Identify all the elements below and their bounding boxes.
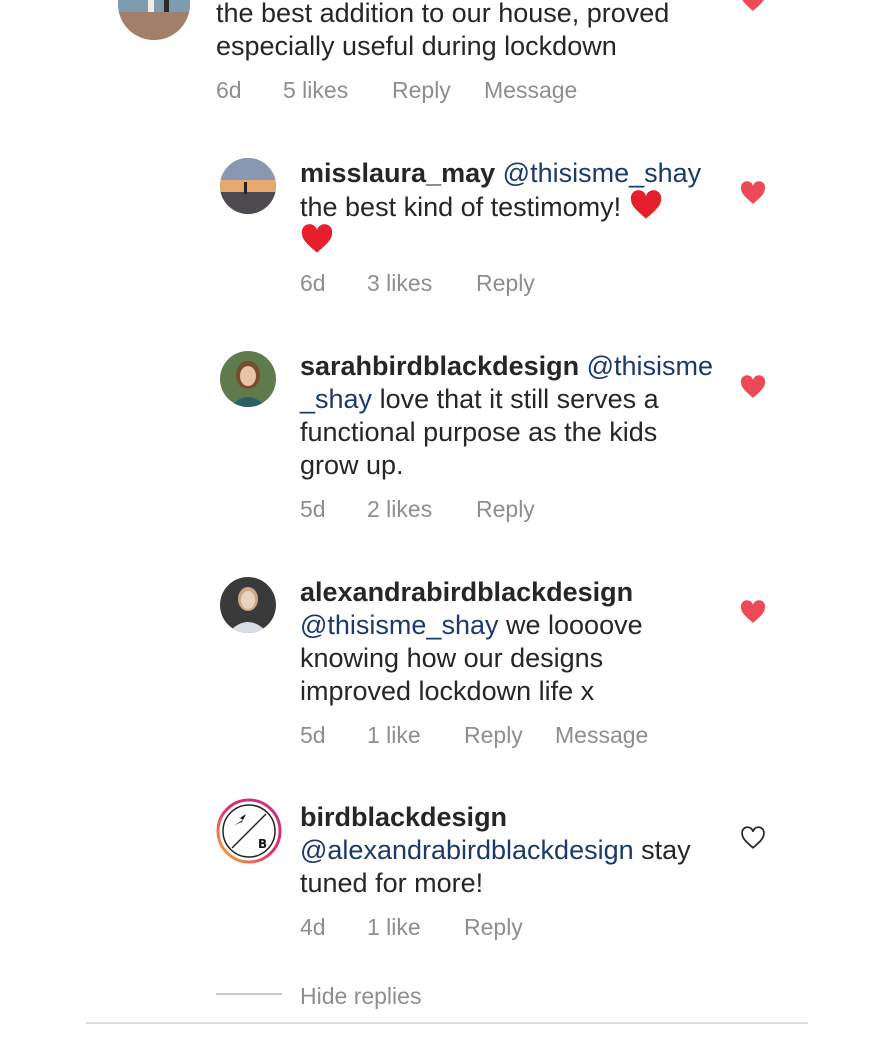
- mention-link[interactable]: @thisisme_shay: [503, 158, 701, 188]
- reply-body: grow up.: [300, 450, 404, 480]
- likes-count-link[interactable]: 2 likes: [367, 496, 432, 523]
- like-heart-icon[interactable]: [740, 0, 766, 12]
- mention-link[interactable]: @thisisme: [587, 351, 713, 381]
- red-heart-emoji-icon: [630, 190, 661, 219]
- comment-time: 5d: [300, 496, 326, 522]
- message-button[interactable]: Message: [484, 77, 577, 104]
- reply-button[interactable]: Reply: [392, 77, 451, 104]
- comment-time: 5d: [300, 722, 326, 748]
- avatar[interactable]: [220, 351, 276, 407]
- comment-text: misslaura_may @thisisme_shay the best ki…: [300, 157, 730, 258]
- like-heart-icon[interactable]: [740, 600, 766, 624]
- avatar[interactable]: [118, 0, 190, 40]
- hide-replies-button[interactable]: Hide replies: [300, 983, 421, 1010]
- reply-button[interactable]: Reply: [464, 722, 523, 749]
- hide-replies-line: [216, 993, 282, 995]
- mention-link[interactable]: @alexandrabirdblackdesign: [300, 835, 634, 865]
- likes-count-link[interactable]: 5 likes: [283, 77, 348, 104]
- avatar[interactable]: [220, 158, 276, 214]
- reply-button[interactable]: Reply: [476, 270, 535, 297]
- likes-count-link[interactable]: 3 likes: [367, 270, 432, 297]
- reply-button[interactable]: Reply: [476, 496, 535, 523]
- username-link[interactable]: misslaura_may: [300, 158, 495, 188]
- reply-body: improved lockdown life x: [300, 676, 595, 706]
- brand-avatar[interactable]: B: [216, 798, 282, 864]
- comment-text: birdblackdesign @alexandrabirdblackdesig…: [300, 801, 730, 900]
- comment-text: sarahbirdblackdesign @thisisme _shay lov…: [300, 350, 730, 482]
- comment-time: 4d: [300, 914, 326, 940]
- reply-body: we loooove: [506, 610, 643, 640]
- comment-time: 6d: [216, 77, 242, 103]
- avatar-letter: B: [258, 837, 267, 851]
- likes-count-link[interactable]: 1 like: [367, 722, 421, 749]
- message-button[interactable]: Message: [555, 722, 648, 749]
- reply-body: love that it still serves a: [379, 384, 659, 414]
- like-heart-icon[interactable]: [740, 375, 766, 399]
- mention-link[interactable]: @thisisme_shay: [300, 610, 498, 640]
- reply-button[interactable]: Reply: [464, 914, 523, 941]
- mention-link[interactable]: _shay: [300, 384, 372, 414]
- comment-time: 6d: [300, 270, 326, 296]
- section-divider: [86, 1022, 808, 1024]
- avatar[interactable]: [220, 577, 276, 633]
- red-heart-emoji-icon: [301, 224, 333, 253]
- username-link[interactable]: sarahbirdblackdesign: [300, 351, 579, 381]
- likes-count-link[interactable]: 1 like: [367, 914, 421, 941]
- comment-text: alexandrabirdblackdesign @thisisme_shay …: [300, 576, 730, 708]
- reply-body: tuned for more!: [300, 868, 484, 898]
- like-heart-outline-icon[interactable]: [740, 826, 766, 850]
- reply-body: stay: [641, 835, 691, 865]
- username-link[interactable]: alexandrabirdblackdesign: [300, 577, 633, 607]
- like-heart-icon[interactable]: [740, 181, 766, 205]
- reply-body: the best kind of testimomy!: [300, 192, 622, 222]
- username-link[interactable]: birdblackdesign: [300, 802, 507, 832]
- comment-text: the best addition to our house, proved e…: [216, 0, 670, 61]
- reply-body: functional purpose as the kids: [300, 417, 658, 447]
- reply-body: knowing how our designs: [300, 643, 604, 673]
